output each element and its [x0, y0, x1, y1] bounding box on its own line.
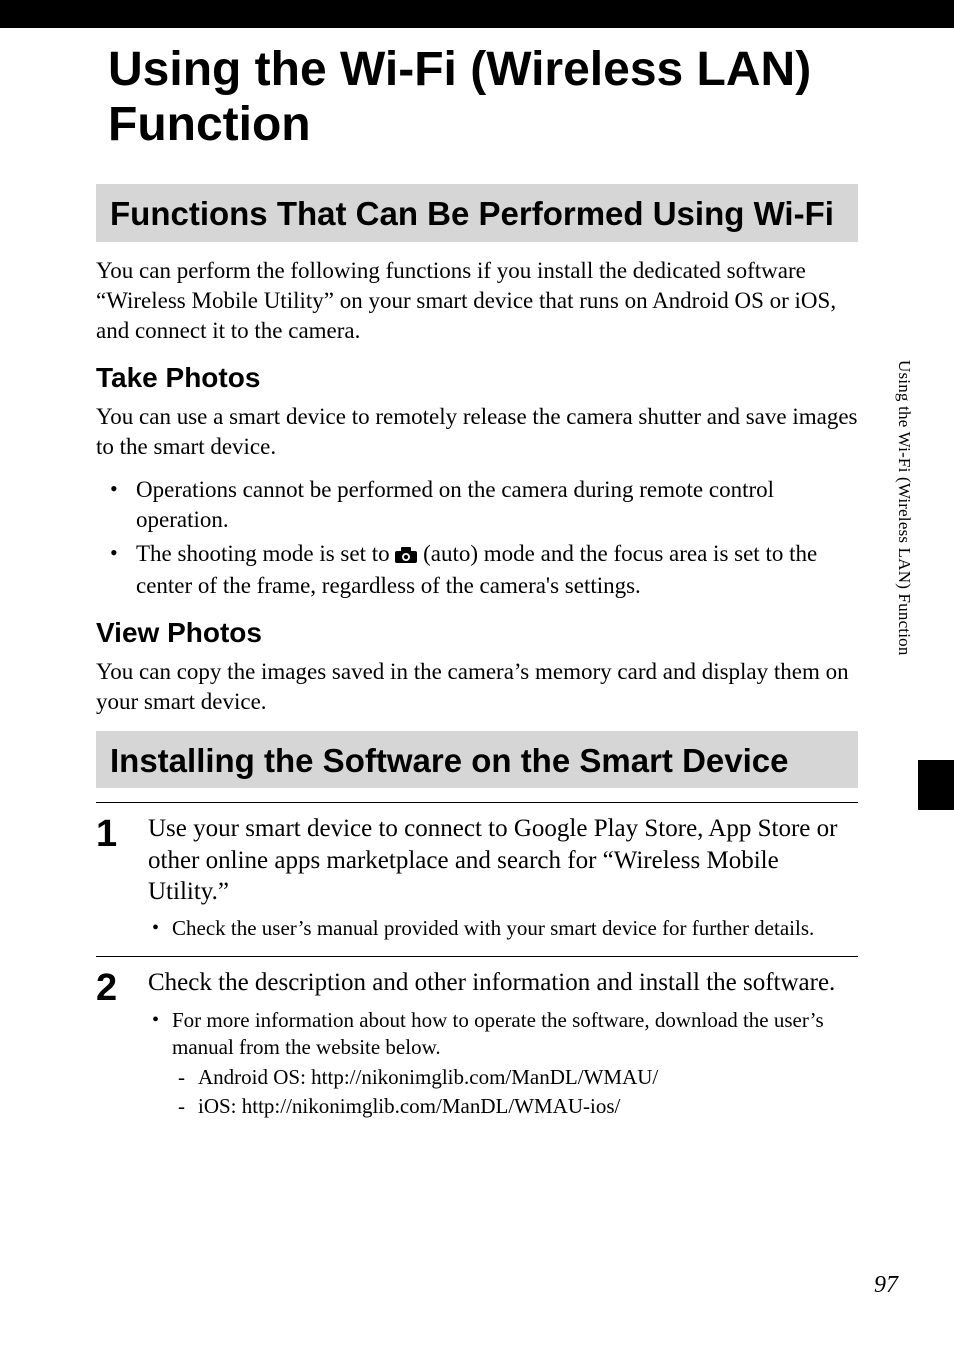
step-row-1: 1 Use your smart device to connect to Go…	[96, 802, 858, 956]
sub-bullet-item: Check the user’s manual provided with yo…	[148, 915, 858, 942]
step-number: 1	[96, 813, 122, 946]
intro-paragraph: You can perform the following functions …	[96, 256, 858, 346]
step-text: Use your smart device to connect to Goog…	[148, 813, 858, 907]
step-body: Check the description and other informat…	[148, 967, 858, 1124]
take-photos-text: You can use a smart device to remotely r…	[96, 402, 858, 462]
section-header-functions: Functions That Can Be Performed Using Wi…	[96, 184, 858, 242]
bullet-item: The shooting mode is set to (auto) mode …	[96, 539, 858, 601]
bullet-text-before: The shooting mode is set to	[136, 541, 395, 566]
step-sub-bullets: For more information about how to operat…	[148, 1007, 858, 1120]
take-photos-bullets: Operations cannot be performed on the ca…	[96, 475, 858, 601]
subhead-view-photos: View Photos	[96, 617, 858, 649]
step-text: Check the description and other informat…	[148, 967, 858, 998]
sub-bullet-item: For more information about how to operat…	[148, 1007, 858, 1120]
dash-item: Android OS: http://nikonimglib.com/ManDL…	[172, 1063, 858, 1091]
subhead-take-photos: Take Photos	[96, 362, 858, 394]
step-body: Use your smart device to connect to Goog…	[148, 813, 858, 946]
page-content: Using the Wi-Fi (Wireless LAN) Function …	[0, 28, 954, 1134]
bullet-item: Operations cannot be performed on the ca…	[96, 475, 858, 535]
step-number: 2	[96, 967, 122, 1124]
top-black-bar	[0, 0, 954, 28]
side-black-tab	[918, 760, 954, 810]
camera-icon	[395, 541, 417, 571]
view-photos-text: You can copy the images saved in the cam…	[96, 657, 858, 717]
dash-list: Android OS: http://nikonimglib.com/ManDL…	[172, 1063, 858, 1120]
page-title: Using the Wi-Fi (Wireless LAN) Function	[96, 28, 858, 176]
step-row-2: 2 Check the description and other inform…	[96, 956, 858, 1134]
side-tab-label: Using the Wi-Fi (Wireless LAN) Function	[894, 360, 914, 656]
dash-item: iOS: http://nikonimglib.com/ManDL/WMAU-i…	[172, 1092, 858, 1120]
step-sub-bullets: Check the user’s manual provided with yo…	[148, 915, 858, 942]
page-number: 97	[874, 1272, 898, 1299]
section-header-installing: Installing the Software on the Smart Dev…	[96, 731, 858, 789]
sub-bullet-text: For more information about how to operat…	[172, 1008, 824, 1059]
